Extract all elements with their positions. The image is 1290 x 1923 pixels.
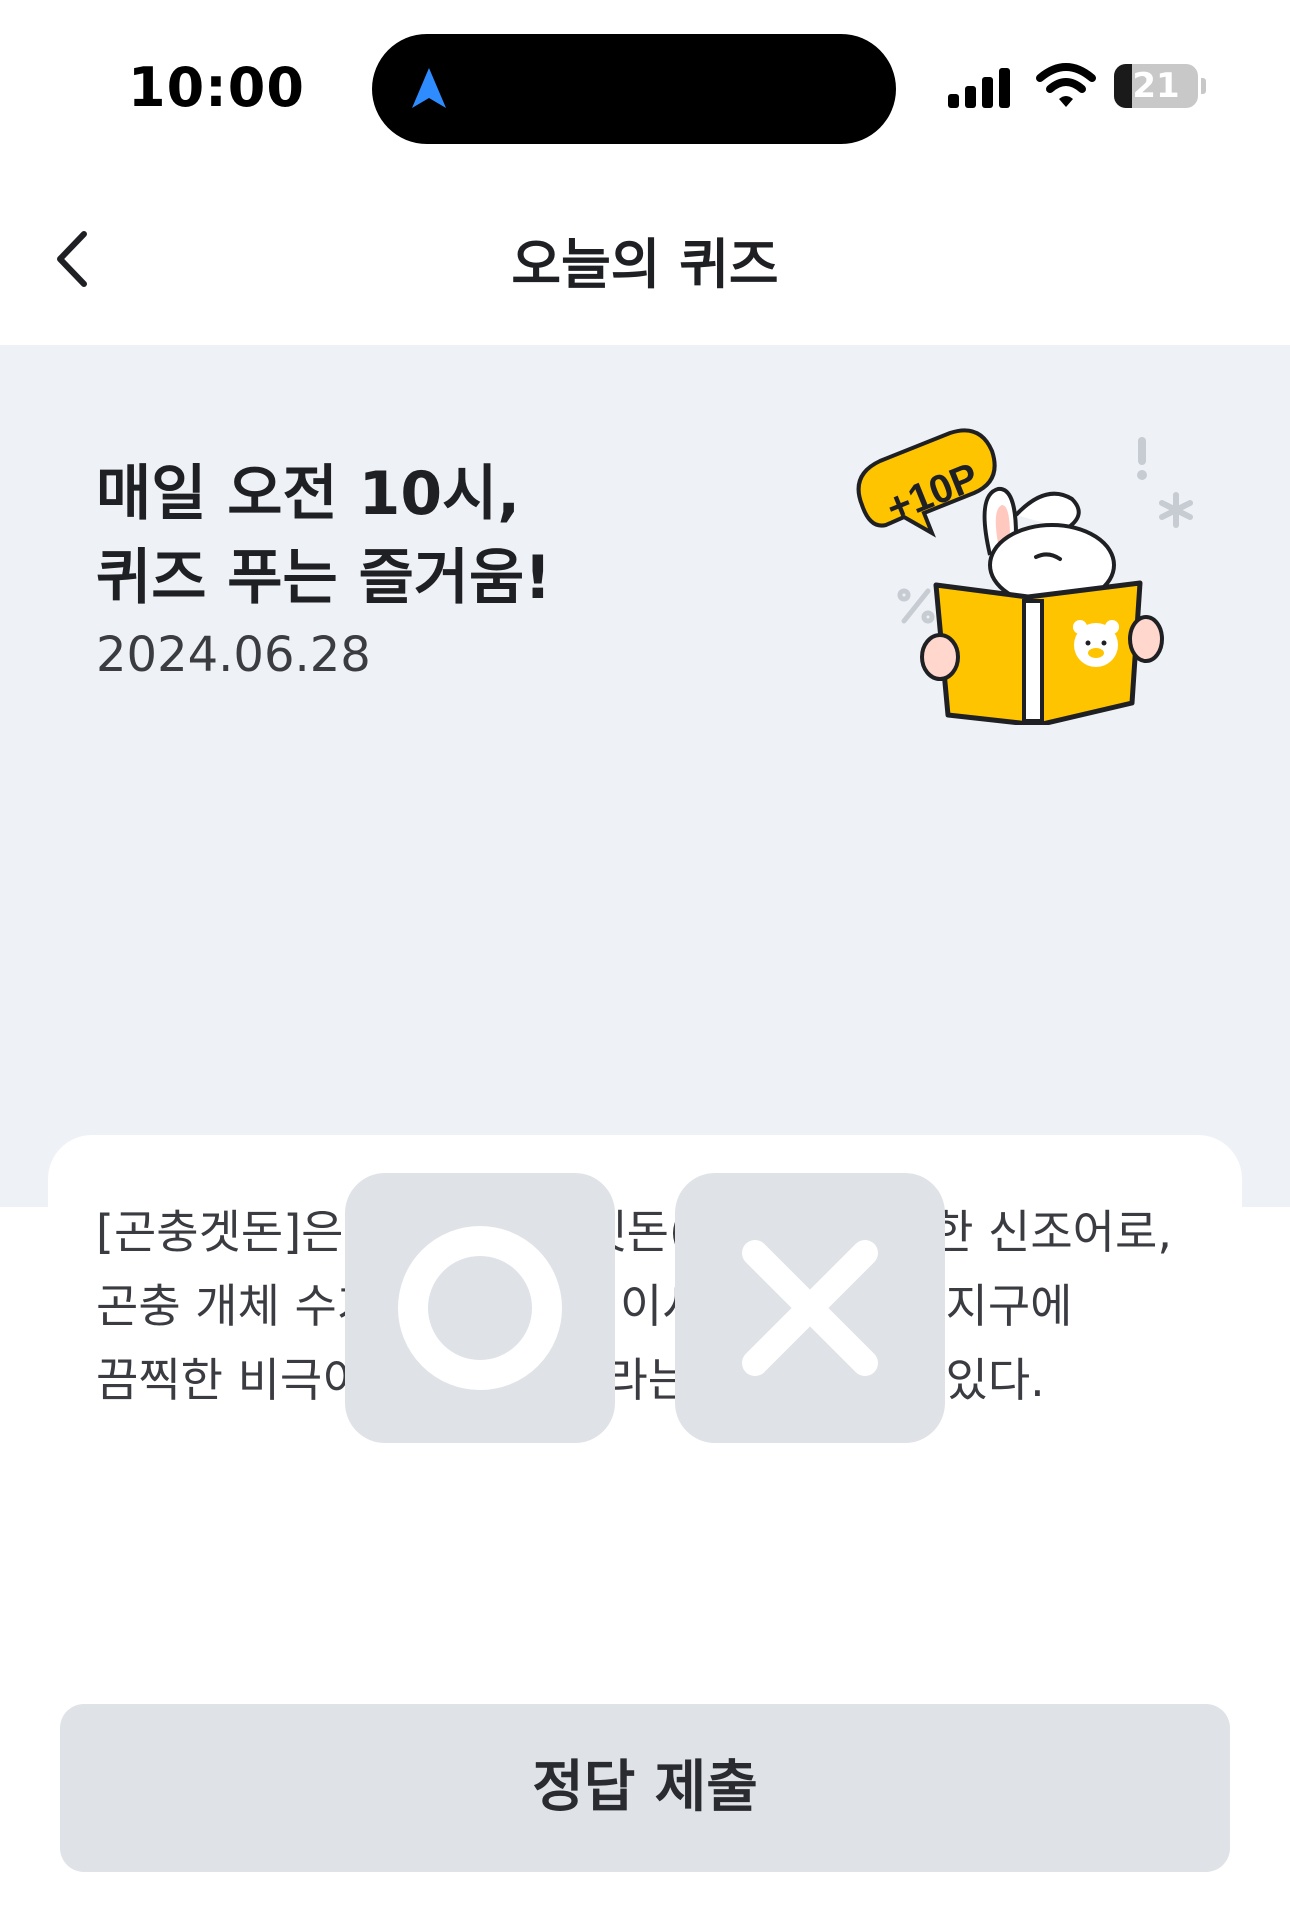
circle-o-icon (398, 1226, 562, 1390)
points-badge: +10P (856, 428, 997, 538)
quiz-card: [곤충겟돈]은 곤충과 아마겟돈(종말)을 합성한 신조어로, 곤충 개체 수가… (48, 1135, 1242, 1735)
quiz-question: [곤충겟돈]은 곤충과 아마겟돈(종말)을 합성한 신조어로, 곤충 개체 수가… (96, 1205, 1172, 1407)
quiz-date: 2024.06.28 (96, 627, 371, 683)
status-time: 10:00 (128, 56, 305, 119)
wifi-icon (1036, 63, 1096, 107)
nav-header: 오늘의 퀴즈 (0, 170, 1290, 345)
submit-answer-button[interactable]: 정답 제출 (60, 1704, 1230, 1872)
hero-headline-line2: 퀴즈 푸는 즐거움! (96, 543, 552, 613)
hero-section: 매일 오전 10시, 퀴즈 푸는 즐거움! 2024.06.28 +10P [곤… (0, 345, 1290, 1735)
cellular-signal-icon (948, 68, 1010, 108)
rabbit-reading-book-illustration: +10P (856, 428, 1193, 725)
x-mark-icon (742, 1240, 878, 1376)
battery-level: 21 (1132, 66, 1180, 106)
exclamation-icon (1138, 437, 1146, 465)
answer-x-button[interactable] (675, 1173, 945, 1443)
percent-icon (897, 588, 935, 624)
hero-headline-line1: 매일 오전 10시, (96, 459, 521, 529)
status-bar: 10:00 21 (0, 0, 1290, 170)
asterisk-icon (1159, 492, 1193, 528)
battery-body: 21 (1114, 64, 1198, 108)
dynamic-island (372, 34, 896, 144)
answer-o-button[interactable] (345, 1173, 615, 1443)
navigation-arrow-icon (412, 68, 446, 108)
battery-icon: 21 (1114, 64, 1206, 108)
page-title: 오늘의 퀴즈 (511, 233, 779, 296)
battery-tip (1201, 78, 1206, 94)
